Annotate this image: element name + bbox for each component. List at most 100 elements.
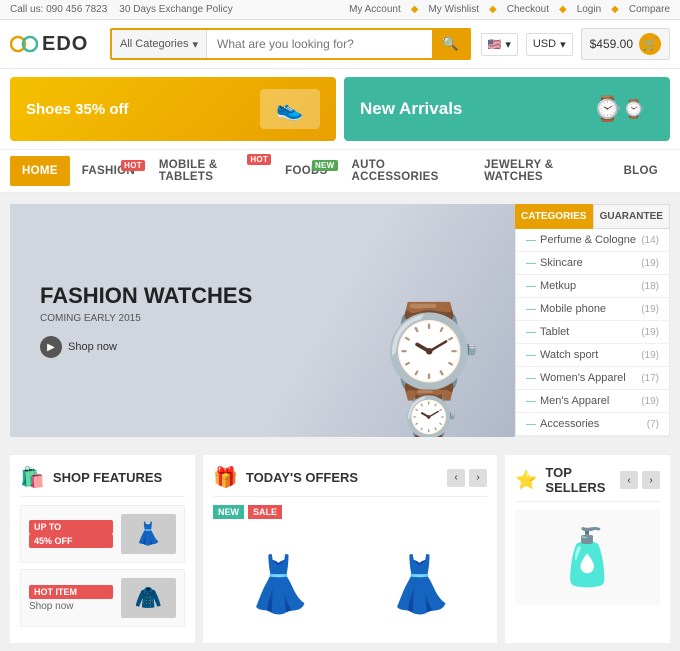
sidebar: CATEGORIES GUARANTEE —Perfume & Cologne(… — [515, 204, 670, 437]
offers-title: TODAY'S OFFERS — [246, 470, 358, 485]
sidebar-item-metkup[interactable]: —Metkup(18) — [516, 275, 669, 298]
flag-icon: 🇺🇸 — [488, 38, 502, 51]
sidebar-list: —Perfume & Cologne(14) —Skincare(19) —Me… — [515, 229, 670, 437]
hero-banner: FASHION WATCHES COMING EARLY 2015 ▶ Shop… — [10, 204, 515, 437]
my-account-link[interactable]: My Account — [349, 4, 401, 15]
search-bar: All Categories ▾ 🔍 — [110, 28, 471, 60]
banner-shoes-image: 👟 — [260, 89, 320, 129]
shop-icon: 🛍️ — [20, 465, 45, 490]
banner-arrivals[interactable]: New Arrivals ⌚ ⌚ — [344, 77, 670, 141]
feature-item-hot[interactable]: HOT ITEM Shop now 🧥 — [20, 569, 185, 627]
hero-subtitle: COMING EARLY 2015 — [40, 313, 252, 324]
bottom-section: 🛍️ SHOP FEATURES UP TO 45% OFF 👗 HOT ITE… — [0, 447, 680, 651]
new-offer-badge: NEW — [213, 505, 244, 519]
offer-product-1[interactable]: 👗 — [213, 527, 346, 617]
top-sellers: ⭐ TOP SELLERS ‹ › 🧴 — [505, 455, 670, 643]
chevron-down-icon: ▾ — [505, 38, 511, 51]
hero-watch-image: ⌚ ⌚ — [373, 307, 485, 437]
sidebar-item-skincare[interactable]: —Skincare(19) — [516, 252, 669, 275]
my-wishlist-link[interactable]: My Wishlist — [428, 4, 479, 15]
sidebar-item-womens[interactable]: —Women's Apparel(17) — [516, 367, 669, 390]
nav-item-foods[interactable]: FOODS NEW — [273, 156, 339, 186]
offers-products: 👗 👗 — [213, 527, 487, 617]
nav-item-home[interactable]: HOME — [10, 156, 70, 186]
sidebar-item-tablet[interactable]: —Tablet(19) — [516, 321, 669, 344]
category-dropdown[interactable]: All Categories ▾ — [112, 30, 207, 58]
main-content: FASHION WATCHES COMING EARLY 2015 ▶ Shop… — [0, 194, 680, 447]
search-input[interactable] — [207, 30, 432, 58]
offer-product-image-1: 👗 — [213, 527, 346, 617]
shop-features-header: 🛍️ SHOP FEATURES — [20, 465, 185, 497]
tab-guarantee[interactable]: GUARANTEE — [593, 204, 671, 229]
offer-badges: NEW SALE — [213, 505, 487, 519]
currency-label: USD — [533, 38, 556, 50]
seller-product-image: 🧴 — [515, 510, 660, 605]
banner-shoes[interactable]: Shoes 35% off 👟 — [10, 77, 336, 141]
flag-selector[interactable]: 🇺🇸 ▾ — [481, 33, 518, 56]
nav-item-auto[interactable]: AUTO ACCESSORIES — [340, 150, 473, 192]
navigation: HOME FASHION HOT MOBILE & TABLETS HOT FO… — [0, 149, 680, 194]
shop-features: 🛍️ SHOP FEATURES UP TO 45% OFF 👗 HOT ITE… — [10, 455, 195, 643]
todays-offers: 🎁 TODAY'S OFFERS ‹ › NEW SALE 👗 👗 — [203, 455, 497, 643]
sidebar-item-mobile[interactable]: —Mobile phone(19) — [516, 298, 669, 321]
feature-image-jacket: 🧥 — [121, 578, 176, 618]
banner-arrivals-text: New Arrivals — [360, 99, 462, 119]
seller-product-1[interactable]: 🧴 — [515, 510, 660, 605]
banner-shoes-text: Shoes 35% off — [26, 101, 129, 118]
cart-icon: 🛒 — [639, 33, 661, 55]
new-badge: NEW — [312, 160, 338, 171]
sidebar-item-mens[interactable]: —Men's Apparel(19) — [516, 390, 669, 413]
feature-item-sale[interactable]: UP TO 45% OFF 👗 — [20, 505, 185, 563]
logo[interactable]: EDO — [10, 30, 100, 58]
shop-now-link[interactable]: Shop now — [29, 601, 113, 612]
hero-content: FASHION WATCHES COMING EARLY 2015 ▶ Shop… — [10, 253, 282, 388]
offers-navigation: ‹ › — [447, 469, 487, 487]
feature-image-clothing: 👗 — [121, 514, 176, 554]
banner-arrivals-image: ⌚ ⌚ — [584, 89, 654, 129]
sellers-prev-button[interactable]: ‹ — [620, 471, 638, 489]
top-bar-left: Call us: 090 456 7823 30 Days Exchange P… — [10, 4, 233, 15]
shop-features-title: SHOP FEATURES — [53, 470, 162, 485]
star-icon: ⭐ — [515, 470, 537, 491]
nav-item-fashion[interactable]: FASHION HOT — [70, 156, 147, 186]
hero-shop-now-button[interactable]: ▶ Shop now — [40, 336, 117, 358]
checkout-link[interactable]: Checkout — [507, 4, 549, 15]
cart-box[interactable]: $459.00 🛒 — [581, 28, 670, 60]
sale-percent-badge: 45% OFF — [29, 534, 113, 548]
sidebar-item-accessories[interactable]: —Accessories(7) — [516, 413, 669, 436]
offers-prev-button[interactable]: ‹ — [447, 469, 465, 487]
search-button[interactable]: 🔍 — [432, 30, 469, 58]
header: EDO All Categories ▾ 🔍 🇺🇸 ▾ USD ▾ $459.0… — [0, 20, 680, 69]
top-bar: Call us: 090 456 7823 30 Days Exchange P… — [0, 0, 680, 20]
top-sellers-title: TOP SELLERS — [545, 465, 620, 495]
nav-item-mobile[interactable]: MOBILE & TABLETS HOT — [147, 150, 273, 192]
hot-item-badge: HOT ITEM — [29, 585, 113, 599]
login-link[interactable]: Login — [577, 4, 601, 15]
play-icon: ▶ — [40, 336, 62, 358]
chevron-down-icon: ▾ — [192, 38, 198, 51]
header-right: 🇺🇸 ▾ USD ▾ $459.00 🛒 — [481, 28, 670, 60]
sidebar-item-watch[interactable]: —Watch sport(19) — [516, 344, 669, 367]
top-bar-right: My Account ◆ My Wishlist ◆ Checkout ◆ Lo… — [349, 4, 670, 15]
nav-item-blog[interactable]: BLOG — [612, 156, 670, 186]
offers-header: 🎁 TODAY'S OFFERS ‹ › — [213, 465, 487, 497]
banners: Shoes 35% off 👟 New Arrivals ⌚ ⌚ — [0, 69, 680, 149]
sale-offer-badge: SALE — [248, 505, 282, 519]
nav-item-jewelry[interactable]: JEWELRY & WATCHES — [472, 150, 611, 192]
sellers-next-button[interactable]: › — [642, 471, 660, 489]
offer-product-2[interactable]: 👗 — [354, 527, 487, 617]
hot-badge: HOT — [247, 154, 271, 165]
offers-next-button[interactable]: › — [469, 469, 487, 487]
sale-badge: UP TO — [29, 520, 113, 534]
offer-product-image-2: 👗 — [354, 527, 487, 617]
currency-selector[interactable]: USD ▾ — [526, 33, 573, 56]
cart-amount: $459.00 — [590, 37, 633, 51]
compare-link[interactable]: Compare — [629, 4, 670, 15]
chevron-down-icon: ▾ — [560, 38, 566, 51]
hot-badge: HOT — [121, 160, 145, 171]
phone-info: Call us: 090 456 7823 — [10, 4, 107, 15]
sellers-navigation: ‹ › — [620, 471, 660, 489]
tab-categories[interactable]: CATEGORIES — [515, 204, 593, 229]
sidebar-item-perfume[interactable]: —Perfume & Cologne(14) — [516, 229, 669, 252]
logo-text: EDO — [42, 33, 88, 56]
